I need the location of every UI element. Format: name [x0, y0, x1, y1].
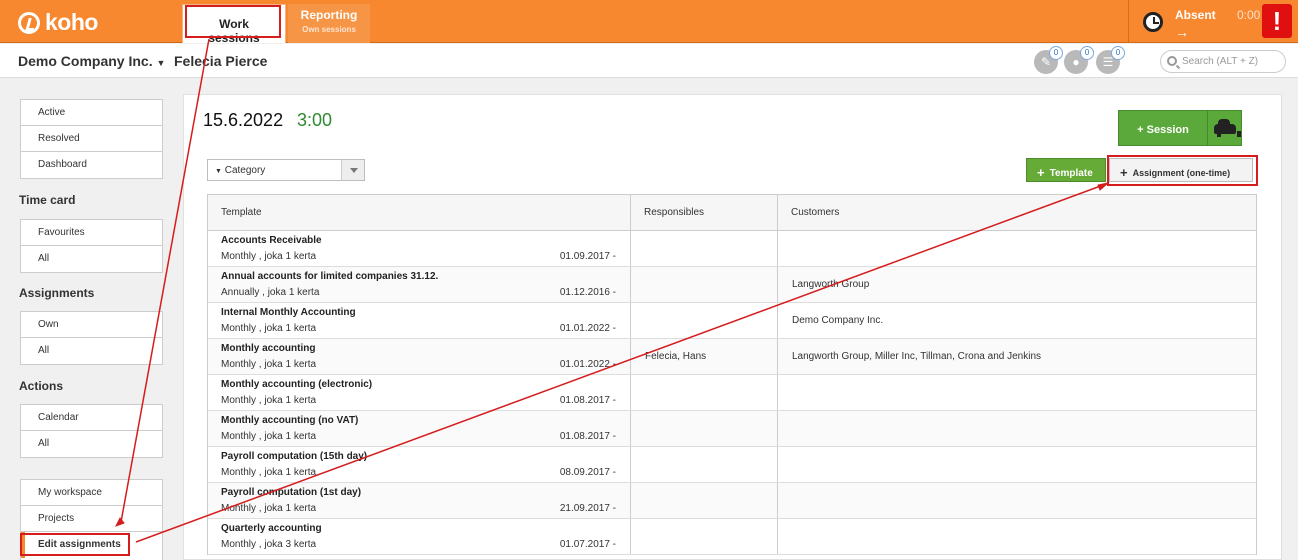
arrowhead-edit-assignments — [114, 517, 125, 527]
arrow-to-edit-assignments — [120, 38, 210, 523]
arrow-to-assignment-button — [135, 183, 1107, 543]
arrowhead-assignment-button — [1097, 182, 1110, 191]
annotation-arrows — [114, 38, 1110, 543]
